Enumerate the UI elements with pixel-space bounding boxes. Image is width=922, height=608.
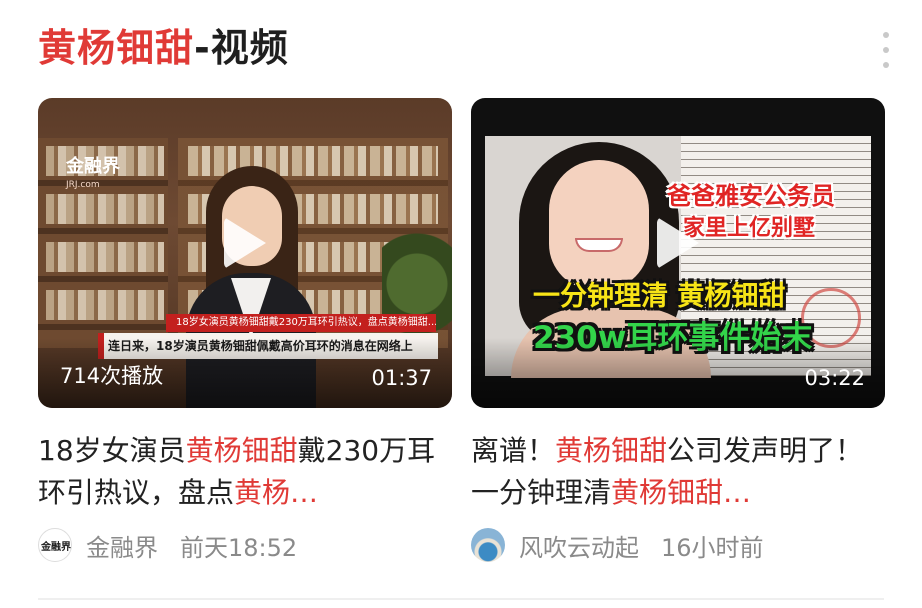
video-thumbnail[interactable]: 爸爸雅安公务员 家里上亿别墅 一分钟理清 黄杨钿甜 230w耳环事件始末 03:…: [471, 98, 885, 408]
video-card[interactable]: 金融界 JRJ.com 18岁女演员黄杨钿甜戴230万耳环引热议，盘点黄杨钿甜.…: [38, 98, 452, 562]
section-title-suffix: -视频: [194, 26, 289, 70]
video-thumbnail[interactable]: 金融界 JRJ.com 18岁女演员黄杨钿甜戴230万耳环引热议，盘点黄杨钿甜.…: [38, 98, 452, 408]
video-title[interactable]: 离谱！黄杨钿甜公司发声明了！一分钟理清黄杨钿甜…: [471, 430, 885, 514]
news-ticker-top: 18岁女演员黄杨钿甜戴230万耳环引热议，盘点黄杨钿甜...: [166, 314, 436, 332]
divider: [38, 598, 884, 600]
caption-yellow: 一分钟理清 黄杨钿甜: [533, 281, 786, 312]
publish-time: 前天18:52: [180, 533, 298, 562]
video-duration: 03:22: [804, 366, 865, 390]
publish-time: 16小时前: [661, 533, 764, 562]
author-avatar[interactable]: 金融界: [38, 528, 72, 562]
author-name[interactable]: 风吹云动起: [519, 528, 639, 563]
play-icon[interactable]: [217, 215, 273, 271]
section-title-keyword: 黄杨钿甜: [38, 26, 195, 70]
video-search-results: 黄杨钿甜-视频 金融界 JRJ.com 18岁女演员黄杨钿甜戴230万耳环引热议…: [0, 0, 922, 608]
video-title[interactable]: 18岁女演员黄杨钿甜戴230万耳环引热议，盘点黄杨…: [38, 430, 452, 514]
video-meta: 金融界 金融界 前天18:52: [38, 528, 452, 562]
author-name[interactable]: 金融界: [86, 528, 158, 563]
video-duration: 01:37: [371, 366, 432, 390]
portrait-figure: [549, 160, 649, 290]
video-card[interactable]: 爸爸雅安公务员 家里上亿别墅 一分钟理清 黄杨钿甜 230w耳环事件始末 03:…: [471, 98, 885, 562]
play-icon[interactable]: [650, 215, 706, 271]
channel-logo: 金融界 JRJ.com: [66, 156, 120, 191]
caption-red-line1: 爸爸雅安公务员: [667, 182, 835, 210]
more-options-icon[interactable]: [880, 32, 892, 68]
view-count: 714次播放: [60, 364, 164, 388]
video-meta: 风吹云动起 16小时前: [471, 528, 885, 562]
section-title: 黄杨钿甜-视频: [38, 22, 289, 74]
author-avatar[interactable]: [471, 528, 505, 562]
